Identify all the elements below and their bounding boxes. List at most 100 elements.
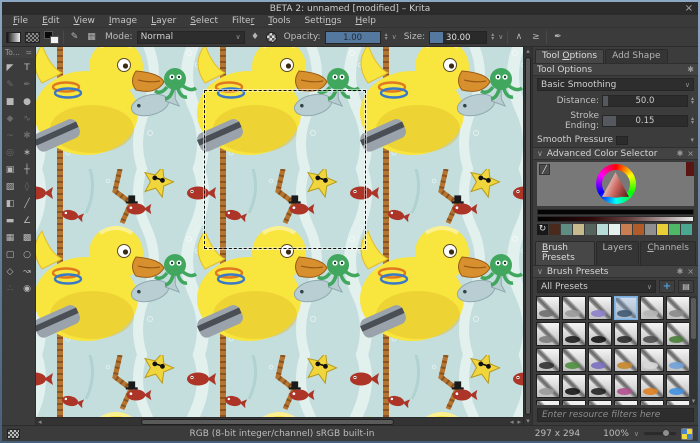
brush-preset[interactable] <box>614 400 638 405</box>
zoom-slider-knob[interactable] <box>662 429 670 437</box>
color-swatch[interactable] <box>573 224 584 235</box>
close-icon[interactable]: × <box>685 2 693 15</box>
color-swatch[interactable] <box>621 224 632 235</box>
brush-preset[interactable] <box>640 296 664 320</box>
opacity-spinner[interactable]: ▴ ▾ <box>385 32 388 42</box>
paint-drop-icon[interactable]: ♦ <box>249 32 262 42</box>
brush-preset[interactable] <box>666 348 689 372</box>
title-bar[interactable]: BETA 2: unnamed [modified] – Krita × <box>2 2 698 15</box>
transform-tool[interactable]: ▨ <box>3 181 18 194</box>
fill-tool[interactable]: ◧ <box>3 198 18 211</box>
color-swatch[interactable] <box>585 224 596 235</box>
blending-mode-select[interactable]: Normal ∨ <box>136 30 245 44</box>
smoothing-select[interactable]: Basic Smoothing ∨ <box>537 78 694 91</box>
multibrush-tool[interactable]: ∗ <box>20 147 35 160</box>
spin-down-icon[interactable]: ▾ <box>385 36 388 42</box>
bezier-curve-tool[interactable]: ~ <box>3 130 18 143</box>
chevron-down-icon[interactable]: ∨ <box>498 33 503 41</box>
tab-tool-options[interactable]: Tool Options <box>535 49 605 63</box>
brush-preset[interactable] <box>588 400 612 405</box>
brush-preset[interactable] <box>614 296 638 320</box>
brush-preset[interactable] <box>666 296 689 320</box>
close-icon[interactable]: × <box>687 267 694 276</box>
brush-preset[interactable] <box>562 374 586 398</box>
canvas-only-mode-button[interactable] <box>681 427 693 440</box>
distance-slider[interactable]: 50.0 <box>602 95 688 107</box>
canvas[interactable] <box>36 47 523 417</box>
pattern-edit-tool[interactable]: ▩ <box>20 232 35 245</box>
spin-down-icon[interactable]: ▾ <box>691 120 694 126</box>
brush-preset[interactable] <box>588 374 612 398</box>
brush-preset[interactable] <box>536 348 560 372</box>
wrench-icon[interactable]: ╱ <box>539 164 550 175</box>
foreground-background-colors[interactable] <box>44 30 59 44</box>
color-swatch[interactable] <box>549 224 560 235</box>
crop-tool[interactable]: ▣ <box>3 164 18 177</box>
brush-preset[interactable] <box>588 296 612 320</box>
color-swatch[interactable] <box>561 224 572 235</box>
advanced-color-selector-header[interactable]: ∨ Advanced Color Selector ✱ × <box>533 147 698 160</box>
selection-marquee[interactable] <box>204 90 366 249</box>
color-swatch[interactable] <box>609 224 620 235</box>
view-mode-button[interactable]: ▤ <box>678 280 694 293</box>
pointer-pen-icon[interactable]: ✎ <box>68 32 81 42</box>
gear-icon[interactable]: ✱ <box>677 149 684 158</box>
brush-preset[interactable] <box>536 296 560 320</box>
brush-preset[interactable] <box>666 374 689 398</box>
brush-preset[interactable] <box>666 400 689 405</box>
edit-shapes-tool[interactable]: ✎ <box>3 79 18 92</box>
scroll-up-icon[interactable]: ▴ <box>524 47 532 55</box>
gradient-chooser[interactable] <box>6 31 21 43</box>
freehand-path-tool[interactable]: ✱ <box>20 130 35 143</box>
measure-tool[interactable]: ∠ <box>20 215 35 228</box>
flow-arrow-icon[interactable]: ≥ <box>529 32 542 42</box>
size-slider[interactable]: 30.00 <box>429 30 488 44</box>
grid-icon[interactable]: ▦ <box>85 32 98 42</box>
grid-tool[interactable]: ▦ <box>3 232 18 245</box>
brush-preset[interactable] <box>614 374 638 398</box>
spin-down-icon[interactable]: ▾ <box>491 36 494 42</box>
ellipse-select-tool[interactable]: ○ <box>20 249 35 262</box>
brush-preset[interactable] <box>562 348 586 372</box>
color-swatch[interactable] <box>633 224 644 235</box>
brush-preset[interactable] <box>562 400 586 405</box>
polygon-tool[interactable]: ◆ <box>3 113 18 126</box>
tab-channels[interactable]: Channels <box>640 241 696 265</box>
gear-icon[interactable]: ✱ <box>677 267 684 276</box>
brush-preset[interactable] <box>588 348 612 372</box>
gradient-tool[interactable]: ▬ <box>3 215 18 228</box>
brush-preset[interactable] <box>536 400 560 405</box>
menu-settings[interactable]: Settings <box>297 16 348 26</box>
spin-down-icon[interactable]: ▾ <box>691 100 694 106</box>
brush-preset[interactable] <box>640 322 664 346</box>
hscroll-thumb[interactable] <box>140 418 395 425</box>
text-tool[interactable]: T <box>20 62 35 75</box>
scroll-down-icon[interactable]: ▾ <box>524 417 532 425</box>
menu-layer[interactable]: Layer <box>144 16 183 26</box>
line-tool[interactable]: ╱ <box>20 198 35 211</box>
outline-select-tool[interactable]: ↝ <box>20 266 35 279</box>
pattern-chooser[interactable] <box>25 31 40 43</box>
brush-preset[interactable] <box>640 348 664 372</box>
dyna-brush-tool[interactable]: ◎ <box>3 147 18 160</box>
stroke-ending-slider[interactable]: 0.15 <box>602 115 688 127</box>
brush-preset[interactable] <box>562 322 586 346</box>
collapse-icon[interactable]: ∨ <box>537 149 543 158</box>
calligraphy-tool[interactable]: ✒ <box>20 79 35 92</box>
tab-add-shape[interactable]: Add Shape <box>605 49 668 63</box>
preset-category-select[interactable]: All Presets ∨ <box>537 280 656 293</box>
chevron-down-icon[interactable]: ∨ <box>634 430 639 438</box>
brush-preset[interactable] <box>536 374 560 398</box>
menu-tools[interactable]: Tools <box>261 16 297 26</box>
color-swatch[interactable] <box>669 224 680 235</box>
collapse-icon[interactable]: ∨ <box>537 267 543 276</box>
scroll-down-icon[interactable]: ▾ <box>690 397 698 405</box>
menu-view[interactable]: View <box>67 16 102 26</box>
brush-preset[interactable] <box>614 348 638 372</box>
preserve-alpha-icon[interactable] <box>265 31 277 43</box>
perspective-grid-tool[interactable]: ◊ <box>20 181 35 194</box>
refresh-icon[interactable]: ↻ <box>537 224 548 235</box>
distance-spinner[interactable]: ▴ ▾ <box>691 96 694 106</box>
gear-icon[interactable]: ✱ <box>687 65 694 74</box>
tab-brush-presets[interactable]: Brush Presets <box>535 241 595 265</box>
